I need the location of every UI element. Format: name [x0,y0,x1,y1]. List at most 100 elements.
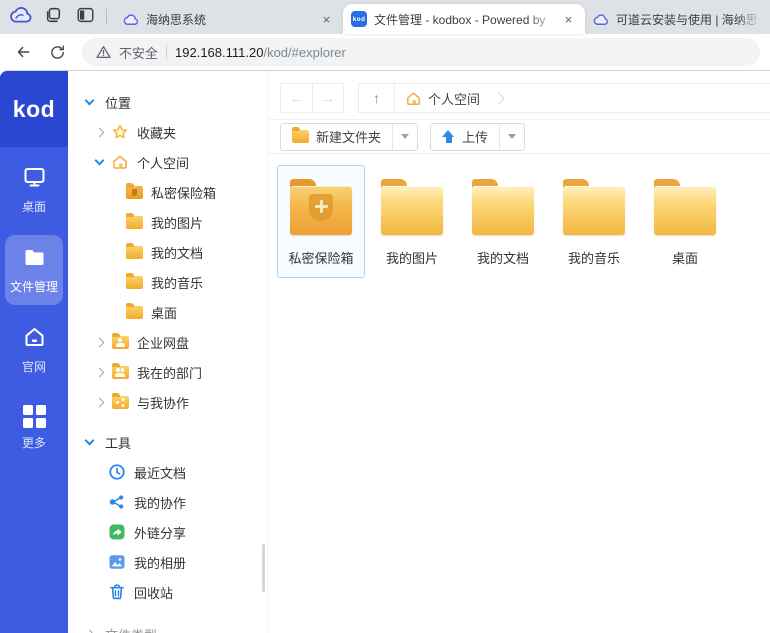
browser-tab-strip: 海纳思系统 × kod 文件管理 - kodbox - Powered by ×… [0,0,770,34]
home-icon [405,90,422,107]
tree-item-desktop[interactable]: 桌面 [68,297,267,327]
cloud-favicon-icon [593,13,609,26]
tree-section-location[interactable]: 位置 [68,87,267,117]
tree-item-shared-with-me[interactable]: 与我协作 [68,387,267,417]
tree-label: 我在的部门 [137,363,202,382]
tree-label: 私密保险箱 [151,183,216,202]
rail-item-more[interactable]: 更多 [5,395,63,461]
tree-section-file-types[interactable]: 文件类型 [68,619,267,633]
folder-icon [292,130,309,143]
chevron-down-icon [401,134,409,139]
tree-item-my-collaboration[interactable]: 我的协作 [68,487,267,517]
breadcrumb-row: ← → ↑ 个人空间 [280,83,770,113]
folder-icon [472,179,534,235]
folder-icon [125,213,143,231]
tab-title: 文件管理 - kodbox - Powered by [374,11,560,28]
folder-icon [125,273,143,291]
chevron-down-icon[interactable] [85,95,95,105]
folder-icon [125,243,143,261]
tree-item-recent-docs[interactable]: 最近文档 [68,457,267,487]
chevron-right-icon[interactable] [95,337,105,347]
file-label: 我的文档 [477,248,529,267]
chevron-right-icon[interactable] [95,127,105,137]
chevron-down-icon [508,134,516,139]
share-nodes-icon [108,493,126,511]
tree-item-enterprise-disk[interactable]: 企业网盘 [68,327,267,357]
rail-item-website[interactable]: 官网 [5,315,63,385]
file-browser-main: ← → ↑ 个人空间 新建文件夹 [268,71,770,633]
tree-label: 我的音乐 [151,273,203,292]
browser-tab-hainasi[interactable]: 海纳思系统 × [115,4,343,34]
external-link-icon [108,523,126,541]
folder-safe-icon [290,179,352,235]
tree-label: 最近文档 [134,463,186,482]
tree-label: 工具 [105,433,131,452]
tab-stack-button[interactable] [38,3,68,31]
file-item-safe-box[interactable]: 私密保险箱 [277,165,365,278]
browser-logo-button[interactable] [6,3,36,31]
tab-close-icon[interactable]: × [318,11,335,28]
tab-title: 可道云安装与使用 | 海纳思 [616,11,762,28]
tab-close-icon[interactable]: × [560,11,577,28]
file-item-my-documents[interactable]: 我的文档 [459,165,547,278]
upload-button[interactable]: 上传 [431,124,499,150]
new-folder-button[interactable]: 新建文件夹 [281,124,392,150]
split-window-button[interactable] [70,3,100,31]
rail-item-label: 桌面 [22,198,46,215]
address-bar[interactable]: 不安全 192.168.111.20/kod/#explorer [82,38,760,66]
rail-item-desktop[interactable]: 桌面 [5,155,63,225]
chevron-down-icon[interactable] [85,435,95,445]
refresh-button[interactable] [42,37,72,67]
kod-favicon-icon: kod [351,11,367,27]
app-rail: kod 桌面 文件管理 官网 更多 [0,71,68,633]
upload-button-group: 上传 [430,123,525,151]
file-item-desktop[interactable]: 桌面 [641,165,729,278]
star-icon [111,123,129,141]
file-grid: 私密保险箱 我的图片 我的文档 我的音乐 桌面 [268,154,770,278]
kod-logo[interactable]: kod [0,71,68,147]
refresh-icon [49,44,66,61]
chevron-right-icon[interactable] [85,629,95,633]
tree-label: 企业网盘 [137,333,189,352]
tree-item-external-share[interactable]: 外链分享 [68,517,267,547]
tree-item-my-music[interactable]: 我的音乐 [68,267,267,297]
tree-label: 我的文档 [151,243,203,262]
toolbar-row: 新建文件夹 上传 [268,119,770,154]
file-item-my-music[interactable]: 我的音乐 [550,165,638,278]
tree-item-personal-space[interactable]: 个人空间 [68,147,267,177]
tree-scrollbar[interactable] [262,544,265,592]
up-directory-button[interactable]: ↑ [359,84,395,112]
breadcrumb-root[interactable]: 个人空间 [395,89,484,108]
tree-item-my-albums[interactable]: 我的相册 [68,547,267,577]
new-folder-dropdown-button[interactable] [392,124,417,150]
folder-safe-icon [125,183,143,201]
desktop-icon [22,165,47,192]
chevron-down-icon[interactable] [95,155,105,165]
tree-item-my-departments[interactable]: 我在的部门 [68,357,267,387]
security-warning-label: 不安全 [119,43,158,62]
chevron-right-icon[interactable] [95,367,105,377]
file-label: 桌面 [672,248,698,267]
tree-item-my-pictures[interactable]: 我的图片 [68,207,267,237]
chevron-right-icon[interactable] [95,397,105,407]
tree-item-favorites[interactable]: 收藏夹 [68,117,267,147]
tree-label: 外链分享 [134,523,186,542]
browser-tab-kodbox[interactable]: kod 文件管理 - kodbox - Powered by × [343,4,585,34]
breadcrumb-chevron-icon [492,92,505,105]
url-text: 192.168.111.20/kod/#explorer [175,45,346,60]
browser-tab-kodcloud-docs[interactable]: 可道云安装与使用 | 海纳思 [585,4,770,34]
upload-dropdown-button[interactable] [499,124,524,150]
browser-navbar: 不安全 192.168.111.20/kod/#explorer [0,34,770,70]
tree-item-recycle-bin[interactable]: 回收站 [68,577,267,607]
folder-share-icon [111,393,129,411]
tree-item-my-documents[interactable]: 我的文档 [68,237,267,267]
folder-users-icon [111,363,129,381]
home-icon [22,325,47,352]
file-item-my-pictures[interactable]: 我的图片 [368,165,456,278]
back-button[interactable] [8,37,38,67]
history-back-button[interactable]: ← [281,84,312,112]
tree-section-tools[interactable]: 工具 [68,427,267,457]
rail-item-file-manager[interactable]: 文件管理 [5,235,63,305]
history-forward-button[interactable]: → [312,84,343,112]
tree-item-safe-box[interactable]: 私密保险箱 [68,177,267,207]
